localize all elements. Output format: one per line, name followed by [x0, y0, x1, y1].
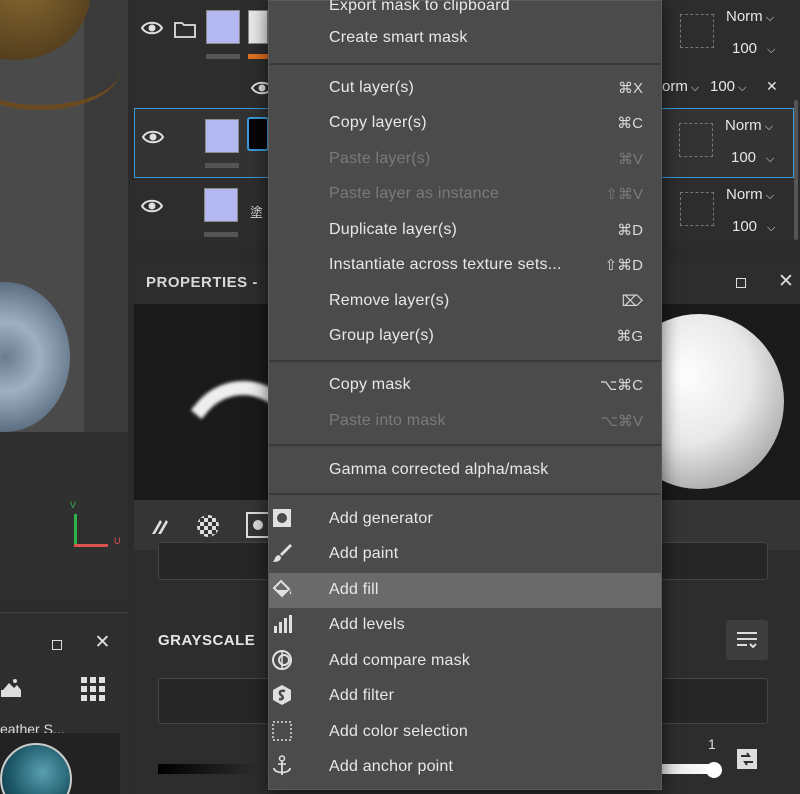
menu-item-create-smart-mask[interactable]: Create smart mask	[269, 21, 661, 56]
menu-item-add-paint[interactable]: Add paint	[269, 537, 661, 572]
layer-thumb-bar	[206, 54, 240, 59]
list-filter-icon	[737, 632, 757, 649]
opacity-select[interactable]: 100 ⌵	[732, 40, 775, 57]
axis-u-label: U	[114, 536, 121, 546]
menu-item-instantiate-texture-sets[interactable]: Instantiate across texture sets... ⇧⌘D	[269, 248, 661, 283]
fill-bucket-icon	[272, 579, 292, 598]
menu-item-group-layers[interactable]: Group layer(s) ⌘G	[269, 319, 661, 354]
shelf-icon-row	[0, 677, 128, 707]
menu-item-add-compare-mask[interactable]: Add compare mask	[269, 644, 661, 679]
environment-icon[interactable]	[0, 677, 22, 699]
layer-context-menu: Export mask to clipboard Create smart ma…	[268, 0, 662, 790]
color-selection-icon	[272, 721, 292, 741]
layer-thumb-bar	[204, 232, 238, 237]
alpha-checker-icon[interactable]	[196, 514, 220, 538]
menu-item-add-levels[interactable]: Add levels	[269, 608, 661, 643]
layer-thumbnail	[205, 119, 239, 153]
list-options-button[interactable]	[726, 620, 768, 660]
grid-view-icon[interactable]	[81, 677, 105, 701]
uv-axis-gizmo: V U	[64, 496, 124, 556]
menu-item-remove-layers[interactable]: Remove layer(s) ⌦	[269, 284, 661, 319]
opacity-select[interactable]: 100 ⌵	[710, 78, 746, 95]
slider-value: 1	[708, 736, 716, 752]
sphere-edge-arc	[0, 30, 120, 110]
swap-icon[interactable]	[736, 748, 758, 770]
layers-scrollbar[interactable]	[794, 100, 798, 240]
menu-separator	[269, 493, 661, 495]
shelf-panel: ✕ eather S...	[0, 612, 128, 794]
menu-separator	[269, 444, 661, 446]
axis-v-line	[74, 514, 77, 546]
folder-icon	[174, 22, 196, 38]
blend-mode-select[interactable]: Norm ⌵	[726, 8, 774, 25]
menu-item-add-generator[interactable]: Add generator	[269, 502, 661, 537]
mask-placeholder	[680, 192, 714, 226]
close-panel-icon[interactable]: ✕	[778, 270, 794, 293]
axis-u-line	[74, 544, 108, 547]
opacity-select[interactable]: 100 ⌵	[732, 218, 775, 235]
compare-mask-icon	[272, 650, 292, 670]
grayscale-section-title: GRAYSCALE	[158, 632, 256, 649]
visibility-eye-icon[interactable]	[141, 125, 165, 149]
mask-thumbnail	[248, 10, 268, 44]
menu-item-duplicate-layers[interactable]: Duplicate layer(s) ⌘D	[269, 213, 661, 248]
paint-brush-icon	[273, 544, 292, 562]
layer-thumb-bar	[205, 163, 239, 168]
stencil-icon[interactable]	[246, 512, 270, 538]
shelf-header-buttons: ✕	[52, 631, 110, 654]
blend-mode-select[interactable]: orm ⌵	[662, 78, 699, 95]
axis-v-label: V	[70, 500, 77, 510]
layer-thumbnail	[206, 10, 240, 44]
menu-item-add-fill[interactable]: Add fill	[269, 573, 661, 608]
menu-separator	[269, 360, 661, 362]
anchor-icon	[273, 755, 291, 775]
blend-mode-select[interactable]: Norm ⌵	[725, 117, 773, 134]
mask-thumbnail-selected[interactable]	[247, 117, 269, 151]
menu-item-paste-instance: Paste layer as instance ⇧⌘V	[329, 185, 643, 203]
menu-item-cut-layers[interactable]: Cut layer(s) ⌘X	[269, 71, 661, 106]
brush-tool-icon[interactable]	[148, 514, 172, 538]
filter-icon	[273, 685, 291, 705]
menu-item-add-filter[interactable]: Add filter	[269, 679, 661, 714]
menu-item-copy-layers[interactable]: Copy layer(s) ⌘C	[269, 106, 661, 141]
mask-placeholder	[680, 14, 714, 48]
menu-separator	[269, 63, 661, 65]
material-thumb-sphere	[0, 743, 72, 794]
menu-item-paste-into-mask: Paste into mask ⌥⌘V	[329, 412, 643, 430]
opacity-select[interactable]: 100 ⌵	[731, 149, 774, 166]
mask-placeholder	[679, 123, 713, 157]
mask-thumb-bar	[248, 54, 268, 59]
remove-effect-icon[interactable]: ✕	[766, 78, 778, 95]
menu-item-paste-layers: Paste layer(s) ⌘V	[329, 150, 643, 168]
material-thumb[interactable]	[0, 733, 120, 794]
float-panel-icon[interactable]	[52, 640, 62, 650]
texture-view	[0, 0, 120, 432]
blend-mode-select[interactable]: Norm ⌵	[726, 186, 774, 203]
visibility-eye-icon[interactable]	[140, 16, 164, 40]
visibility-eye-icon[interactable]	[140, 194, 164, 218]
layer-thumbnail	[204, 188, 238, 222]
layer-type-glyph: 塗	[250, 205, 264, 220]
menu-item-add-anchor-point[interactable]: Add anchor point	[269, 750, 661, 785]
menu-item-gamma-corrected[interactable]: Gamma corrected alpha/mask	[269, 453, 661, 488]
menu-item-copy-mask[interactable]: Copy mask ⌥⌘C	[269, 368, 661, 403]
slider-handle[interactable]	[706, 762, 722, 778]
float-panel-icon[interactable]	[736, 278, 746, 288]
menu-item-add-color-selection[interactable]: Add color selection	[269, 715, 661, 750]
viewport-3d[interactable]: V U	[0, 0, 128, 600]
material-sphere-blue	[0, 282, 70, 432]
generator-icon	[273, 509, 291, 527]
properties-title: PROPERTIES -	[146, 274, 258, 291]
levels-icon	[274, 615, 292, 633]
close-panel-icon[interactable]: ✕	[94, 632, 110, 653]
